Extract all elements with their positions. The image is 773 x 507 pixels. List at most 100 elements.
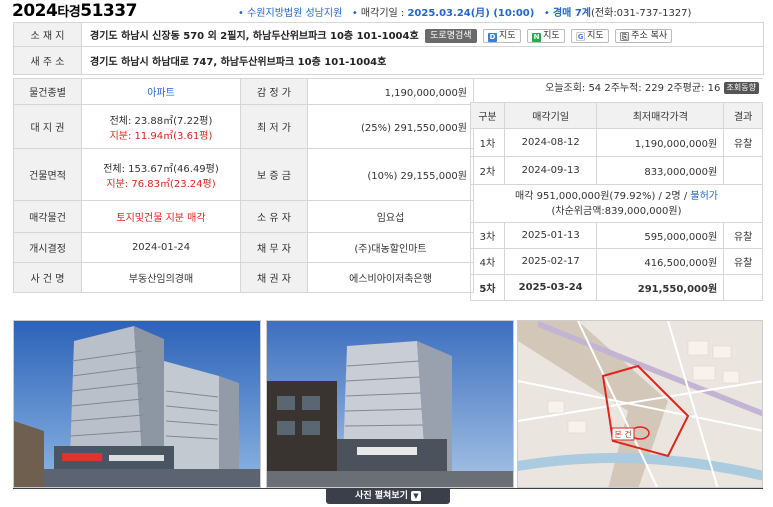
table-row: 2차 2024-09-13 833,000,000원 [470, 156, 763, 185]
sale-date-label: 매각기일 : [360, 8, 405, 19]
rounds-header-round: 구분 [470, 102, 505, 129]
copy-icon: ⎘ [620, 31, 630, 41]
table-row: 5차 2025-03-24 291,550,000원 [470, 274, 763, 301]
creditor-value: 에스비아이저축은행 [307, 262, 474, 293]
new-address-label: 새 주 소 [13, 46, 82, 75]
rounds-header-price: 최저매각가격 [596, 102, 725, 129]
round-number: 2차 [470, 156, 505, 185]
property-detail-table: 물건종별 아파트 감 정 가 1,190,000,000원 대 지 권 전체: … [13, 78, 474, 293]
round-number: 5차 [470, 274, 505, 301]
new-address: 경기도 하남시 하남대로 747, 하남두산위브파크 10층 101-1004호 [81, 46, 764, 75]
case-meta: • 수원지방법원 성남지원 • 매각기일 : 2025.03.24(月) (10… [238, 8, 692, 19]
deposit-value: (10%) 29,155,000원 [307, 148, 474, 201]
case-header: 2024타경51337 • 수원지방법원 성남지원 • 매각기일 : 2025.… [0, 0, 773, 22]
land-share: 지분: 11.94㎡(3.61평) [109, 130, 213, 142]
google-map-button[interactable]: G 지도 [571, 28, 609, 43]
round-date: 2025-01-13 [503, 222, 598, 249]
naver-icon: N [532, 32, 542, 42]
building-share: 지분: 76.83㎡(23.24평) [106, 178, 216, 190]
daum-map-button[interactable]: D 지도 [483, 28, 521, 43]
deposit-label: 보 증 금 [240, 148, 308, 201]
round-date: 2024-09-13 [503, 156, 598, 185]
round-price: 595,000,000원 [596, 222, 725, 249]
copy-address-button[interactable]: ⎘ 주소 복사 [615, 28, 673, 43]
round-price: 416,500,000원 [596, 248, 725, 275]
round-result: 유찰 [723, 222, 763, 249]
sale-note-row: 매각 951,000,000원(79.92%) / 2명 / 불허가 (차순위금… [470, 184, 763, 223]
land-value: 전체: 23.88㎡(7.22평) 지분: 11.94㎡(3.61평) [81, 104, 241, 149]
view-trend-button[interactable]: 조회동향 [723, 82, 759, 94]
auction-dept: 경매 7계 [552, 8, 592, 19]
road-search-button[interactable]: 도로명검색 [425, 28, 477, 43]
type-value[interactable]: 아파트 [81, 78, 241, 105]
location-label: 소 재 지 [13, 22, 82, 47]
round-price: 291,550,000원 [596, 274, 725, 301]
min-price-label: 최 저 가 [240, 104, 308, 149]
building-label: 건물면적 [13, 148, 82, 201]
map-marker-label: 본 건 [614, 429, 631, 439]
round-price: 833,000,000원 [596, 156, 725, 185]
owner-value: 임요섭 [307, 200, 474, 233]
building-photo-2[interactable] [266, 320, 514, 488]
land-label: 대 지 권 [13, 104, 82, 149]
google-icon: G [576, 31, 586, 41]
sale-note-second: (차순위금액:839,000,000원) [551, 205, 682, 217]
sale-item-label: 매각물건 [13, 200, 82, 233]
type-label: 물건종별 [13, 78, 82, 105]
building-value: 전체: 153.67㎡(46.49평) 지분: 76.83㎡(23.24평) [81, 148, 241, 201]
table-row: 1차 2024-08-12 1,190,000,000원 유찰 [470, 128, 763, 157]
sale-date: 2025.03.24(月) (10:00) [407, 8, 535, 19]
view-stats-text: 오늘조회: 54 2주누적: 229 2주평균: 16 [545, 83, 721, 94]
sale-note-text: 매각 951,000,000원(79.92%) / 2명 / [515, 190, 691, 202]
round-number: 1차 [470, 128, 505, 157]
building-total: 전체: 153.67㎡(46.49평) [103, 163, 219, 175]
decision-label: 개시결정 [13, 232, 82, 263]
sale-item-value: 토지및건물 지분 매각 [81, 200, 241, 233]
round-price: 1,190,000,000원 [596, 128, 725, 157]
case-name-label: 사 건 명 [13, 262, 82, 293]
table-row: 4차 2025-02-17 416,500,000원 유찰 [470, 248, 763, 275]
view-stats: 오늘조회: 54 2주누적: 229 2주평균: 16 조회동향 [470, 78, 763, 98]
sale-note-link[interactable]: 불허가 [690, 191, 718, 202]
case-year: 2024 [12, 1, 58, 21]
daum-icon: D [488, 32, 498, 42]
case-type: 타경 [57, 5, 81, 20]
building-photo-1[interactable] [13, 320, 261, 488]
case-number-value: 51337 [80, 1, 137, 21]
expand-photos-button[interactable]: 사진 펼쳐보기 ▼ [326, 488, 450, 504]
photo-gallery: 본 건 [13, 320, 763, 488]
debtor-value: (주)대농할인마트 [307, 232, 474, 263]
table-row: 3차 2025-01-13 595,000,000원 유찰 [470, 222, 763, 249]
round-number: 4차 [470, 248, 505, 275]
appraisal-label: 감 정 가 [240, 78, 308, 105]
round-date: 2025-02-17 [503, 248, 598, 275]
appraisal-value: 1,190,000,000원 [307, 78, 474, 105]
location-cell: 경기도 하남시 신장동 570 외 2필지, 하남두산위브파크 10층 101-… [81, 22, 764, 47]
sale-note: 매각 951,000,000원(79.92%) / 2명 / 불허가 (차순위금… [470, 184, 763, 223]
land-total: 전체: 23.88㎡(7.22평) [109, 115, 213, 127]
decision-value: 2024-01-24 [81, 232, 241, 263]
property-info-table: 소 재 지 경기도 하남시 신장동 570 외 2필지, 하남두산위브파크 10… [13, 22, 764, 75]
naver-map-button[interactable]: N 지도 [527, 28, 565, 43]
round-result: 유찰 [723, 128, 763, 157]
owner-label: 소 유 자 [240, 200, 308, 233]
debtor-label: 채 무 자 [240, 232, 308, 263]
round-date: 2025-03-24 [503, 274, 598, 301]
court-phone: (전화:031-737-1327) [591, 8, 692, 19]
chevron-down-icon: ▼ [410, 490, 421, 501]
location-map[interactable]: 본 건 [517, 320, 763, 488]
round-result [723, 156, 763, 185]
rounds-header-date: 매각기일 [503, 102, 598, 129]
round-result [723, 274, 763, 301]
creditor-label: 채 권 자 [240, 262, 308, 293]
location-text: 경기도 하남시 신장동 570 외 2필지, 하남두산위브파크 10층 101-… [90, 30, 419, 42]
round-date: 2024-08-12 [503, 128, 598, 157]
round-number: 3차 [470, 222, 505, 249]
case-number: 2024타경51337 [12, 1, 137, 21]
round-result: 유찰 [723, 248, 763, 275]
auction-rounds-table: 구분 매각기일 최저매각가격 결과 1차 2024-08-12 1,190,00… [470, 102, 763, 301]
rounds-header-result: 결과 [723, 102, 763, 129]
min-price-value: (25%) 291,550,000원 [307, 104, 474, 149]
case-name-value: 부동산임의경매 [81, 262, 241, 293]
court-name[interactable]: 수원지방법원 성남지원 [247, 8, 342, 19]
